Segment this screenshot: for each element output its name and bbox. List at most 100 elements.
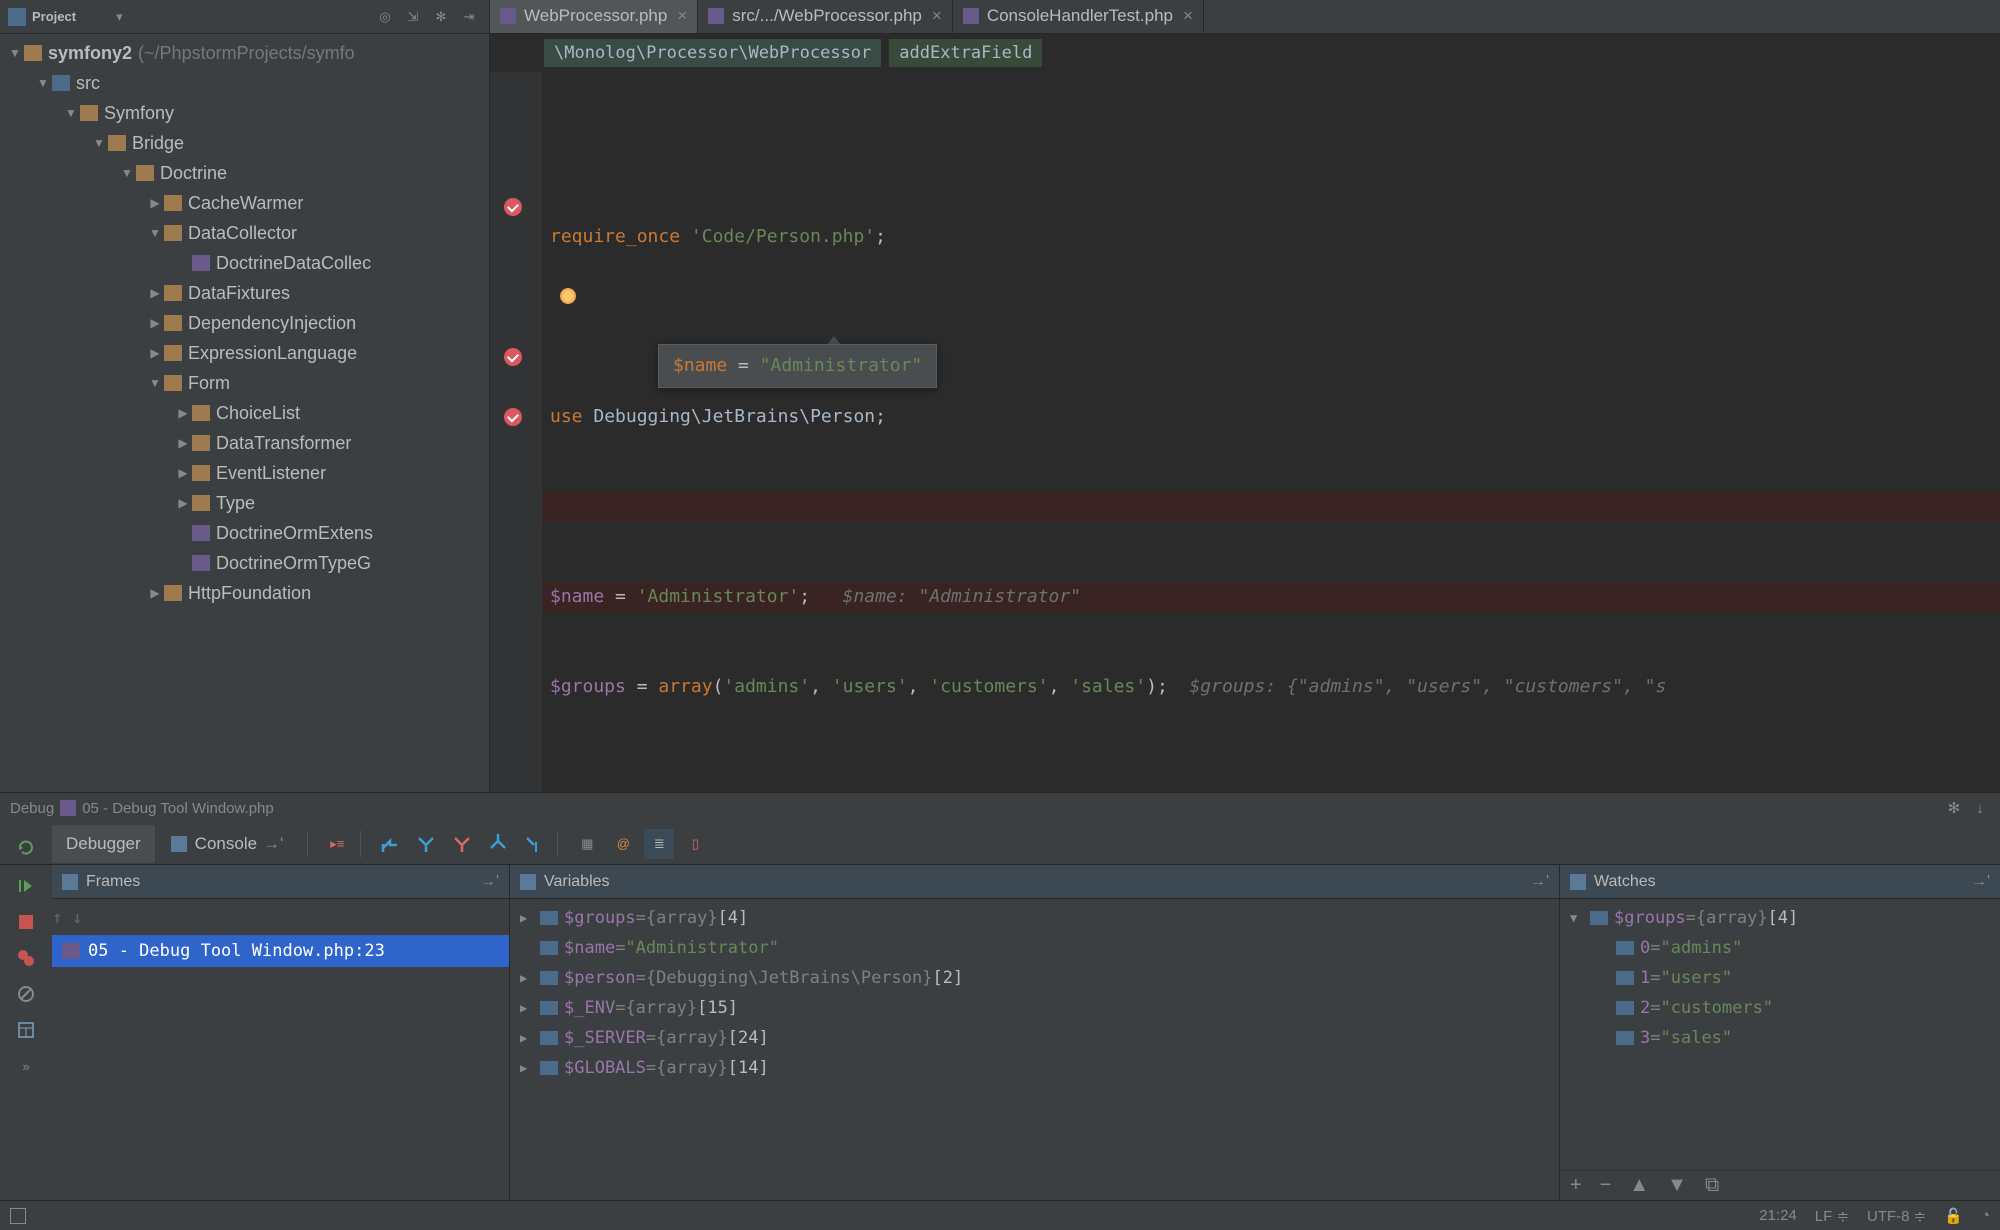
tree-arrow-icon[interactable]: ▶ [174,406,192,420]
variable-row[interactable]: ▶$person = {Debugging\JetBrains\Person} … [510,963,1559,993]
more-icon[interactable]: » [15,1055,37,1077]
pin-icon[interactable]: ▯ [680,829,710,859]
tree-row[interactable]: ▶ChoiceList [0,398,489,428]
show-execution-point-icon[interactable]: ▸≡ [322,829,352,859]
tree-arrow-icon[interactable]: ▼ [118,166,136,180]
bulb-icon[interactable] [560,288,576,304]
tree-row[interactable]: ▼symfony2(~/PhpstormProjects/symfo [0,38,489,68]
tree-row[interactable]: ▶DataTransformer [0,428,489,458]
editor-tab[interactable]: src/.../WebProcessor.php× [698,0,953,33]
console-tab[interactable]: Console→' [157,825,298,863]
inspection-icon[interactable]: ◔ [1981,1207,1990,1224]
tree-row[interactable]: ▼Doctrine [0,158,489,188]
editor-tab[interactable]: ConsoleHandlerTest.php× [953,0,1204,33]
breakpoint-icon[interactable] [504,408,522,426]
expand-arrow-icon[interactable]: ▶ [520,963,540,993]
rerun-icon[interactable] [15,837,37,859]
code-lines[interactable]: require_once 'Code/Person.php'; use Debu… [542,72,2000,792]
editor-body[interactable]: require_once 'Code/Person.php'; use Debu… [490,72,2000,792]
tree-row[interactable]: ▶EventListener [0,458,489,488]
variable-row[interactable]: ▶$groups = {array} [4] [510,903,1559,933]
tree-arrow-icon[interactable]: ▶ [146,316,164,330]
breakpoint-icon[interactable] [504,348,522,366]
watch-child-row[interactable]: 3 = "sales" [1560,1023,2000,1053]
tree-arrow-icon[interactable]: ▶ [146,346,164,360]
breadcrumb-namespace[interactable]: \Monolog\Processor\WebProcessor [544,39,881,67]
tree-row[interactable]: ▼src [0,68,489,98]
tree-row[interactable]: ▶Type [0,488,489,518]
close-icon[interactable]: × [932,6,942,26]
layout-icon[interactable] [15,1019,37,1041]
editor-tab[interactable]: WebProcessor.php× [490,0,698,33]
tree-arrow-icon[interactable]: ▼ [146,226,164,240]
expand-arrow-icon[interactable]: ▶ [520,903,540,933]
tree-row[interactable]: ▼Bridge [0,128,489,158]
tree-row[interactable]: ▶DataFixtures [0,278,489,308]
encoding[interactable]: UTF-8 ≑ [1867,1207,1926,1225]
next-frame-icon[interactable]: ↓ [72,903,82,935]
expand-arrow-icon[interactable]: ▶ [520,993,540,1023]
gear-icon[interactable]: ✻ [1944,798,1964,818]
hide-icon[interactable]: →' [480,873,499,891]
debugger-tab[interactable]: Debugger [52,825,155,863]
collapse-icon[interactable]: ⇲ [401,5,425,29]
tree-arrow-icon[interactable]: ▼ [34,76,52,90]
step-out-icon[interactable] [483,829,513,859]
watch-child-row[interactable]: 1 = "users" [1560,963,2000,993]
project-dropdown-label[interactable]: Project [32,9,76,24]
chevron-down-icon[interactable]: ▾ [116,9,123,25]
run-to-cursor-icon[interactable] [519,829,549,859]
tree-row[interactable]: ▶ExpressionLanguage [0,338,489,368]
move-down-icon[interactable]: ▼ [1667,1174,1687,1197]
tree-row[interactable]: ▶CacheWarmer [0,188,489,218]
close-icon[interactable]: × [1183,6,1193,26]
tree-arrow-icon[interactable]: ▶ [174,436,192,450]
expand-arrow-icon[interactable]: ▶ [520,1023,540,1053]
tree-row[interactable]: ▶HttpFoundation [0,578,489,608]
stop-icon[interactable] [15,911,37,933]
cursor-position[interactable]: 21:24 [1759,1207,1797,1224]
tree-arrow-icon[interactable]: ▶ [146,286,164,300]
expand-arrow-icon[interactable]: ▶ [520,1053,540,1083]
step-over-icon[interactable] [375,829,405,859]
resume-icon[interactable] [15,875,37,897]
variable-row[interactable]: $name = "Administrator" [510,933,1559,963]
watch-child-row[interactable]: 0 = "admins" [1560,933,2000,963]
tree-row[interactable]: ▶DependencyInjection [0,308,489,338]
tree-arrow-icon[interactable]: ▼ [146,376,164,390]
move-up-icon[interactable]: ▲ [1629,1174,1649,1197]
evaluate-icon[interactable]: ▦ [572,829,602,859]
tree-row[interactable]: ▼DataCollector [0,218,489,248]
tree-row[interactable]: ▼Symfony [0,98,489,128]
hide-icon[interactable]: →' [1530,873,1549,891]
tree-row[interactable]: DoctrineDataCollec [0,248,489,278]
mute-breakpoints-icon[interactable] [15,983,37,1005]
editor-gutter[interactable] [490,72,542,792]
view-breakpoints-icon[interactable] [15,947,37,969]
tree-arrow-icon[interactable]: ▼ [6,46,24,60]
add-watch-icon[interactable]: + [1570,1174,1582,1197]
tree-arrow-icon[interactable]: ▶ [146,196,164,210]
watch-row[interactable]: ▼$groups = {array} [4] [1560,903,2000,933]
variable-row[interactable]: ▶$_SERVER = {array} [24] [510,1023,1559,1053]
tree-arrow-icon[interactable]: ▶ [174,466,192,480]
tree-arrow-icon[interactable]: ▶ [146,586,164,600]
expand-arrow-icon[interactable]: ▼ [1570,903,1590,933]
prev-frame-icon[interactable]: ↑ [52,903,62,935]
breadcrumb-method[interactable]: addExtraField [889,39,1042,67]
breakpoint-icon[interactable] [504,198,522,216]
duplicate-watch-icon[interactable]: ⧉ [1705,1174,1719,1197]
close-icon[interactable]: × [677,6,687,26]
tree-row[interactable]: DoctrineOrmExtens [0,518,489,548]
tree-row[interactable]: ▼Form [0,368,489,398]
locate-icon[interactable]: ◎ [373,5,397,29]
frame-row[interactable]: 05 - Debug Tool Window.php:23 [52,935,509,967]
settings-icon[interactable]: ≣ [644,829,674,859]
variable-row[interactable]: ▶$GLOBALS = {array} [14] [510,1053,1559,1083]
tree-arrow-icon[interactable]: ▶ [174,496,192,510]
step-into-icon[interactable] [411,829,441,859]
gear-icon[interactable]: ✻ [429,5,453,29]
at-icon[interactable]: @ [608,829,638,859]
readonly-icon[interactable]: 🔓 [1944,1207,1963,1225]
tool-window-icon[interactable] [10,1208,26,1224]
